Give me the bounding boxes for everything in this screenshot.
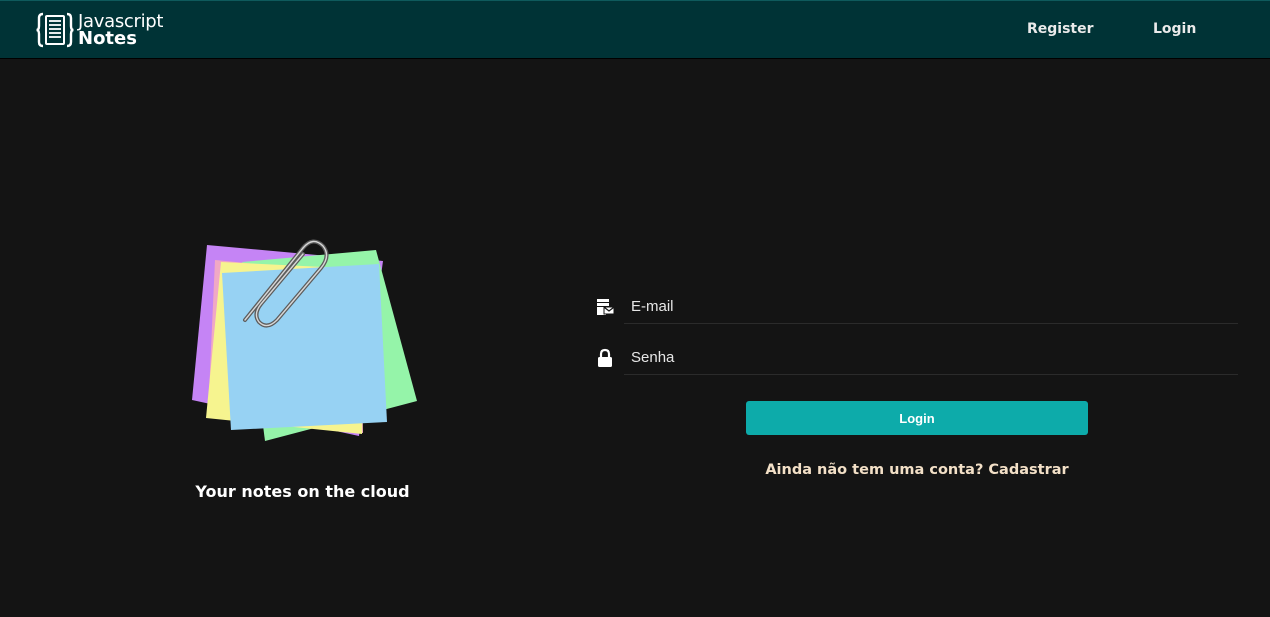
navbar: Javascript Notes Register Login [0, 0, 1270, 59]
brand-name-line2: Notes [78, 28, 137, 49]
notes-logo-icon [36, 12, 74, 48]
brand-logo[interactable]: Javascript Notes [36, 10, 163, 50]
brand-text: Javascript Notes [78, 13, 163, 49]
email-field-row [595, 290, 1238, 326]
login-submit-button[interactable]: Login [746, 401, 1088, 435]
nav-register-link[interactable]: Register [1027, 21, 1094, 37]
password-field-row [595, 341, 1238, 377]
lock-icon [598, 348, 612, 367]
mail-stack-icon [597, 299, 615, 315]
signup-link[interactable]: Ainda não tem uma conta? Cadastrar [746, 462, 1088, 478]
email-field[interactable] [624, 290, 1238, 324]
hero-tagline: Your notes on the cloud [195, 482, 410, 501]
password-field[interactable] [624, 341, 1238, 375]
sticky-notes-illustration [192, 239, 417, 441]
nav-login-link[interactable]: Login [1153, 21, 1196, 37]
